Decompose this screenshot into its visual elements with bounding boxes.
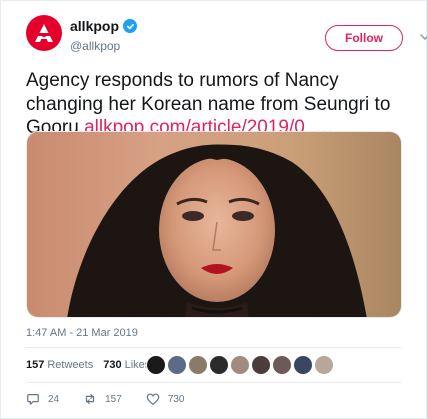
liker-avatar[interactable] bbox=[251, 355, 271, 375]
liker-avatar[interactable] bbox=[293, 355, 313, 375]
retweet-button[interactable]: 157 bbox=[83, 392, 122, 406]
liker-avatar[interactable] bbox=[209, 355, 229, 375]
allkpop-logo-icon[interactable] bbox=[26, 15, 62, 51]
retweets-stat[interactable]: 157 Retweets bbox=[26, 359, 93, 371]
liker-avatar[interactable] bbox=[167, 355, 187, 375]
likes-count: 730 bbox=[103, 359, 122, 371]
reply-count: 24 bbox=[48, 393, 60, 405]
chevron-down-icon[interactable] bbox=[419, 31, 427, 43]
liker-avatar[interactable] bbox=[146, 355, 166, 375]
like-count: 730 bbox=[167, 393, 185, 405]
author-names: allkpop @allkpop bbox=[70, 18, 138, 53]
tweet-timestamp[interactable]: 1:47 AM - 21 Mar 2019 bbox=[26, 327, 138, 339]
author-display-name[interactable]: allkpop bbox=[70, 18, 138, 34]
liker-avatars bbox=[146, 355, 335, 375]
allkpop-logo-glyph bbox=[35, 24, 53, 42]
tweet-photo[interactable] bbox=[26, 131, 402, 318]
liker-avatar[interactable] bbox=[314, 355, 334, 375]
retweets-count: 157 bbox=[26, 359, 45, 371]
divider-top bbox=[26, 347, 401, 348]
retweet-count: 157 bbox=[105, 393, 122, 405]
engagement-stats: 157 Retweets 730 Likes bbox=[26, 352, 160, 378]
retweets-label: Retweets bbox=[47, 359, 94, 371]
divider-bottom bbox=[26, 382, 401, 383]
liker-avatar[interactable] bbox=[272, 355, 292, 375]
like-button[interactable]: 730 bbox=[146, 392, 185, 406]
liker-avatar[interactable] bbox=[230, 355, 250, 375]
likes-stat[interactable]: 730 Likes bbox=[103, 359, 150, 371]
author-handle[interactable]: @allkpop bbox=[70, 39, 137, 53]
tweet-actions: 24 157 730 bbox=[26, 391, 209, 407]
portrait-image bbox=[27, 132, 401, 317]
tweet-card: allkpop @allkpop Follow Agency responds … bbox=[0, 0, 427, 419]
liker-avatar[interactable] bbox=[188, 355, 208, 375]
verified-badge-icon bbox=[123, 19, 138, 33]
follow-button[interactable]: Follow bbox=[325, 25, 403, 51]
tweet-text: Agency responds to rumors of Nancy chang… bbox=[26, 69, 411, 140]
display-name-text[interactable]: allkpop bbox=[70, 18, 119, 34]
reply-button[interactable]: 24 bbox=[26, 392, 59, 406]
reply-icon bbox=[27, 394, 39, 405]
like-icon bbox=[146, 393, 160, 405]
tweet-header: allkpop @allkpop Follow bbox=[26, 15, 427, 55]
retweet-icon bbox=[86, 394, 95, 404]
